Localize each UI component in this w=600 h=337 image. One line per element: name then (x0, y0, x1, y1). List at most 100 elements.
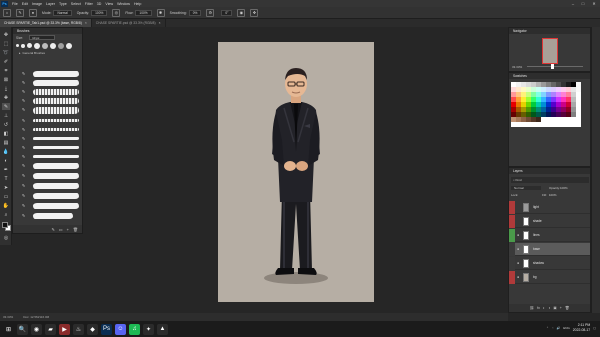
tab-document-1[interactable]: CHASE SPARTIE_Tab1.psd @ 33.3% (base, RG… (0, 19, 92, 27)
menu-view[interactable]: View (105, 2, 113, 6)
clock[interactable]: 2:11 PM 2022-08-17 (573, 323, 590, 332)
navigator-zoom-slider[interactable] (527, 64, 583, 69)
fill-value[interactable]: 100% (549, 193, 557, 197)
visibility-eye-icon[interactable]: ● (515, 247, 521, 251)
menu-window[interactable]: Window (117, 2, 130, 6)
media-icon[interactable]: ▶ (59, 323, 70, 335)
brush-stroke-preview[interactable] (33, 193, 79, 199)
layer-opacity-value[interactable]: 100% (560, 186, 568, 190)
healing-tool-icon[interactable]: ✚ (2, 94, 10, 101)
quick-select-tool-icon[interactable]: ✐ (2, 58, 10, 65)
flow-option[interactable]: Flow: 100% (125, 9, 152, 16)
brush-stroke-preview[interactable] (33, 107, 79, 114)
layer-row[interactable]: ● base (509, 242, 590, 256)
brush-preset-dot[interactable] (34, 42, 40, 49)
folder-icon[interactable]: ▰ (45, 323, 56, 335)
layer-row[interactable]: light (509, 200, 590, 214)
menu-edit[interactable]: Edit (22, 2, 28, 6)
zoom-slider-handle[interactable] (551, 64, 554, 69)
eyedropper-tool-icon[interactable]: ⤓ (2, 85, 10, 92)
start-icon[interactable]: ⊞ (3, 324, 14, 335)
brush-stroke-preview[interactable] (33, 183, 79, 189)
menu-help[interactable]: Help (134, 2, 141, 6)
spotify-icon[interactable]: ♫ (129, 323, 140, 335)
close-tab-icon[interactable]: × (85, 21, 87, 25)
pen-tool-icon[interactable]: ✒ (2, 166, 10, 173)
opacity-field[interactable]: 100% (91, 9, 108, 16)
menu-image[interactable]: Image (32, 2, 42, 6)
volume-icon[interactable]: 🔊 (557, 326, 561, 330)
visibility-eye-icon[interactable]: ● (515, 233, 521, 237)
foreground-color-swatch[interactable] (2, 222, 8, 228)
visibility-eye-icon[interactable]: ● (515, 275, 521, 279)
mode-option[interactable]: Mode: Normal (42, 9, 72, 16)
brush-stroke-preview[interactable] (33, 173, 79, 179)
document-canvas[interactable] (218, 42, 374, 302)
layer-name[interactable]: shadow (533, 261, 544, 265)
crop-tool-icon[interactable]: ⌗ (2, 67, 10, 74)
menu-file[interactable]: File (12, 2, 18, 6)
shape-tool-icon[interactable]: ▭ (2, 193, 10, 200)
brush-tool-icon[interactable]: ✎ (2, 103, 10, 110)
delete-brush-icon[interactable]: 🗑 (73, 227, 78, 232)
tab-document-2[interactable]: CHASE SPARTIE.psd @ 33.3% (RGB/8) × (91, 19, 166, 27)
maximize-button[interactable]: □ (578, 0, 588, 7)
app-icon[interactable]: ◆ (87, 323, 98, 335)
home-icon[interactable]: ⌂ (3, 8, 11, 17)
angle-field[interactable]: 0° (221, 9, 233, 16)
brush-settings-icon[interactable]: ✎ (51, 227, 54, 232)
brush-preset-dot[interactable] (66, 42, 72, 49)
flow-field[interactable]: 100% (135, 9, 152, 16)
tray-up-arrow-icon[interactable]: ⌃ (546, 326, 549, 330)
menu-type[interactable]: Type (59, 2, 67, 6)
menu-filter[interactable]: Filter (85, 2, 93, 6)
network-icon[interactable]: ◔ (552, 326, 554, 330)
menu-3d[interactable]: 3D (97, 2, 102, 6)
discord-icon[interactable]: ☺ (115, 323, 126, 335)
pressure-opacity-icon[interactable]: ◎ (112, 8, 121, 17)
frame-tool-icon[interactable]: ⊠ (2, 76, 10, 83)
brush-stroke-preview[interactable] (33, 203, 79, 209)
brush-stroke-preview[interactable] (33, 98, 79, 104)
canvas-workspace[interactable] (83, 27, 507, 313)
lasso-tool-icon[interactable]: ➰ (2, 49, 10, 56)
brush-stroke-preview[interactable] (33, 146, 79, 149)
steam-icon[interactable]: ♨ (73, 323, 84, 335)
eraser-tool-icon[interactable]: ◧ (2, 130, 10, 137)
path-select-tool-icon[interactable]: ➤ (2, 184, 10, 191)
search-icon[interactable]: 🔍 (17, 323, 28, 335)
brush-stroke-preview[interactable] (33, 71, 79, 77)
layer-row[interactable]: ● bg (509, 270, 590, 284)
layer-row[interactable]: shade (509, 214, 590, 228)
symmetry-icon[interactable]: ❖ (250, 8, 259, 17)
brush-preset-dot[interactable] (21, 43, 25, 48)
brush-tool-icon[interactable]: ✎ (16, 8, 24, 17)
pressure-size-icon[interactable]: ◉ (237, 8, 246, 17)
brush-stroke-preview[interactable] (33, 89, 79, 95)
brush-preset-dot[interactable] (50, 42, 56, 49)
chrome-icon[interactable]: ◉ (31, 323, 42, 335)
minimize-button[interactable]: – (568, 0, 578, 7)
adjustment-layer-icon[interactable]: ◑ (548, 306, 550, 310)
close-window-button[interactable]: ✕ (589, 0, 599, 7)
brush-preset-dot[interactable] (16, 44, 19, 47)
layer-name[interactable]: lines (533, 233, 540, 237)
menu-select[interactable]: Select (71, 2, 81, 6)
layer-mask-icon[interactable]: ◐ (543, 306, 545, 310)
brush-stroke-preview[interactable] (33, 163, 79, 169)
layer-name[interactable]: light (533, 205, 539, 209)
language-indicator[interactable]: ENG (563, 326, 570, 330)
brush-stroke-preview[interactable] (33, 119, 79, 122)
history-brush-tool-icon[interactable]: ↺ (2, 121, 10, 128)
airbrush-icon[interactable]: ✱ (156, 8, 165, 17)
hand-tool-icon[interactable]: ✋ (2, 202, 10, 209)
layer-name[interactable]: base (533, 247, 540, 251)
smoothing-field[interactable]: 0% (188, 9, 202, 16)
layer-name[interactable]: bg (533, 275, 537, 279)
swatch-color[interactable] (576, 122, 581, 127)
layer-style-icon[interactable]: fx (537, 306, 540, 310)
brush-stroke-preview[interactable] (33, 128, 79, 131)
blend-mode-select[interactable]: Normal (511, 186, 541, 190)
photoshop-icon[interactable]: Ps (101, 323, 112, 335)
collapsed-panels-strip[interactable] (591, 27, 600, 313)
